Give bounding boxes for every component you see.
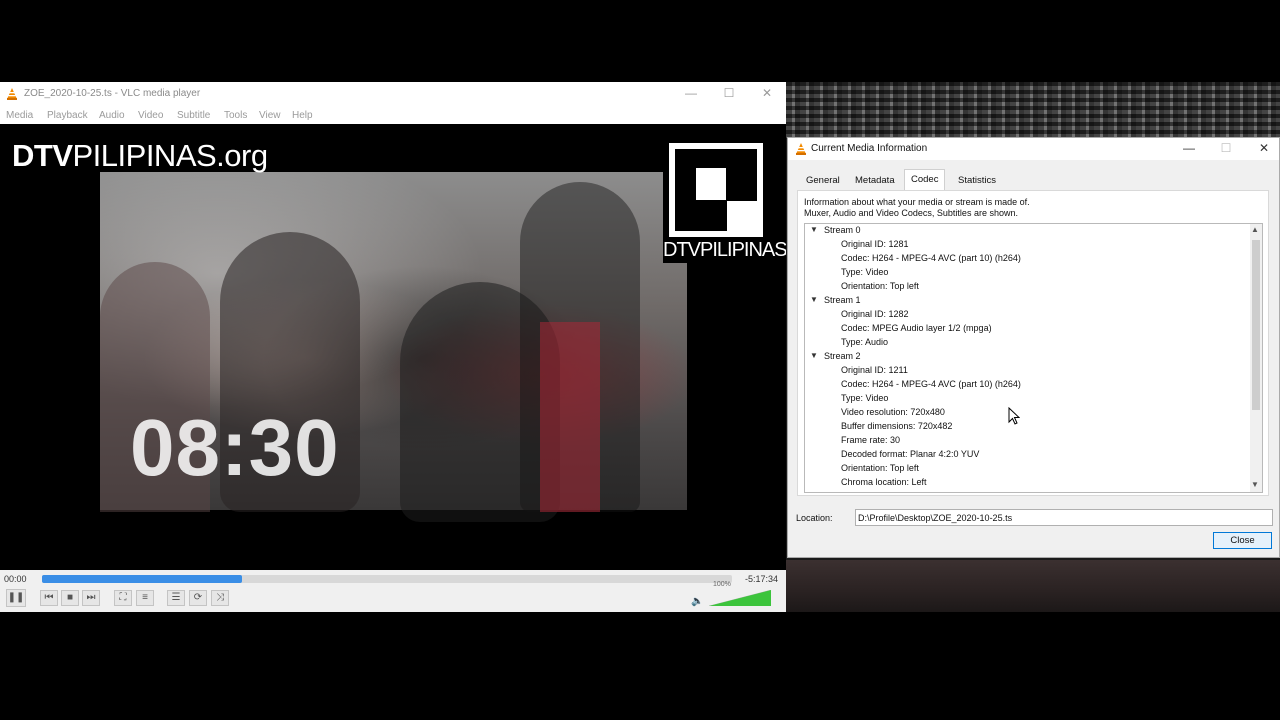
- menu-subtitle[interactable]: Subtitle: [177, 110, 210, 121]
- collapse-chevron-icon[interactable]: ▼: [810, 295, 818, 304]
- pause-button[interactable]: ❚❚: [6, 589, 26, 607]
- tree-property: Original ID: 1282: [841, 309, 909, 319]
- channel-corner-logo: DTVPILIPINAS: [663, 137, 786, 263]
- shuffle-button[interactable]: ⤨: [211, 590, 229, 606]
- mouse-cursor-icon: [1008, 407, 1020, 425]
- info-close-button[interactable]: ✕: [1257, 142, 1271, 154]
- channel-watermark: DTVPILIPINAS.org: [12, 138, 268, 174]
- video-clock-overlay: 08:30: [130, 403, 340, 492]
- tree-property: Video resolution: 720x480: [841, 407, 945, 417]
- volume-percent: 100%: [713, 581, 731, 588]
- close-button[interactable]: Close: [1213, 532, 1272, 549]
- loop-button[interactable]: ⟳: [189, 590, 207, 606]
- tree-property: Codec: MPEG Audio layer 1/2 (mpga): [841, 323, 992, 333]
- tree-property: Type: Video: [841, 267, 889, 277]
- tree-property: Original ID: 1211: [841, 365, 908, 375]
- tree-property: Orientation: Top left: [841, 281, 919, 291]
- tree-property: Type: Video: [841, 393, 889, 403]
- tree-stream-2[interactable]: Stream 2: [824, 350, 861, 362]
- tab-general[interactable]: General: [800, 171, 846, 190]
- menu-video[interactable]: Video: [138, 110, 163, 121]
- vlc-cone-icon: [796, 143, 806, 155]
- info-maximize-button[interactable]: ☐: [1219, 142, 1233, 154]
- tree-property: Original ID: 1281: [841, 239, 909, 249]
- corner-logo-text: DTVPILIPINAS: [663, 239, 786, 261]
- media-info-title: Current Media Information: [811, 143, 928, 154]
- tree-property: Codec: H264 - MPEG-4 AVC (part 10) (h264…: [841, 379, 1021, 389]
- channel-watermark-bold: DTV: [12, 138, 73, 173]
- vlc-maximize-button[interactable]: ☐: [722, 87, 736, 99]
- volume-slider[interactable]: [709, 590, 771, 606]
- tree-property: Chroma location: Left: [841, 477, 927, 487]
- tree-property: Decoded format: Planar 4:2:0 YUV: [841, 449, 980, 459]
- vlc-titlebar[interactable]: ZOE_2020-10-25.ts - VLC media player — ☐…: [0, 82, 786, 106]
- playlist-button[interactable]: ☰: [167, 590, 185, 606]
- menu-media[interactable]: Media: [6, 110, 33, 121]
- location-label: Location:: [796, 513, 833, 523]
- codec-tree[interactable]: ▼ Stream 0 Original ID: 1281 Codec: H264…: [804, 223, 1263, 493]
- vlc-cone-icon: [7, 88, 17, 100]
- background-floor: [786, 560, 1280, 612]
- stop-button[interactable]: ■: [61, 590, 79, 606]
- info-minimize-button[interactable]: —: [1182, 142, 1196, 154]
- video-figure: [540, 322, 600, 512]
- menu-audio[interactable]: Audio: [99, 110, 125, 121]
- tree-property: Type: Audio: [841, 337, 889, 347]
- menu-playback[interactable]: Playback: [47, 110, 88, 121]
- tree-stream-0[interactable]: Stream 0: [824, 224, 861, 236]
- codec-description-line: Information about what your media or str…: [804, 197, 1030, 207]
- playback-controls: 00:00 -5:17:34 ❚❚ ⏮ ■ ⏭ ⛶ ≡ ☰ ⟳ ⤨ 🔈 100%: [0, 570, 786, 612]
- codec-description-line: Muxer, Audio and Video Codecs, Subtitles…: [804, 208, 1018, 218]
- vlc-menubar: Media Playback Audio Video Subtitle Tool…: [0, 106, 786, 124]
- vlc-close-button[interactable]: ✕: [760, 87, 774, 99]
- tree-property: Codec: H264 - MPEG-4 AVC (part 10) (h264…: [841, 253, 1021, 263]
- tree-property: Orientation: Top left: [841, 463, 919, 473]
- video-output[interactable]: DTVPILIPINAS.org 08:30 DTVPILIPINAS: [0, 124, 786, 570]
- vlc-minimize-button[interactable]: —: [684, 87, 698, 99]
- media-info-titlebar[interactable]: Current Media Information — ☐ ✕: [788, 138, 1279, 160]
- tree-scrollbar-thumb[interactable]: [1252, 240, 1260, 410]
- logo-square: [727, 201, 757, 231]
- elapsed-time: 00:00: [4, 574, 27, 584]
- menu-tools[interactable]: Tools: [224, 110, 247, 121]
- extended-settings-button[interactable]: ≡: [136, 590, 154, 606]
- tab-codec[interactable]: Codec: [904, 169, 946, 190]
- tab-metadata[interactable]: Metadata: [849, 171, 901, 190]
- logo-square: [727, 168, 757, 200]
- collapse-chevron-icon[interactable]: ▼: [810, 351, 818, 360]
- remaining-time[interactable]: -5:17:34: [745, 574, 778, 584]
- channel-watermark-rest: PILIPINAS.org: [72, 138, 269, 173]
- tree-property: Frame rate: 30: [841, 435, 901, 445]
- collapse-chevron-icon[interactable]: ▼: [810, 225, 818, 234]
- fullscreen-button[interactable]: ⛶: [114, 590, 132, 606]
- previous-button[interactable]: ⏮: [40, 590, 58, 606]
- vlc-window: ZOE_2020-10-25.ts - VLC media player — ☐…: [0, 82, 786, 612]
- logo-square: [696, 168, 726, 200]
- tab-statistics[interactable]: Statistics: [952, 171, 1002, 190]
- media-info-dialog: Current Media Information — ☐ ✕ General …: [787, 137, 1280, 558]
- next-button[interactable]: ⏭: [82, 590, 100, 606]
- menu-help[interactable]: Help: [292, 110, 313, 121]
- codec-description: Information about what your media or str…: [804, 197, 1030, 219]
- tree-property: Buffer dimensions: 720x482: [841, 421, 953, 431]
- tree-stream-1[interactable]: Stream 1: [824, 294, 861, 306]
- menu-view[interactable]: View: [259, 110, 281, 121]
- location-field[interactable]: D:\Profile\Desktop\ZOE_2020-10-25.ts: [855, 509, 1273, 526]
- scroll-down-icon[interactable]: ▼: [1251, 480, 1259, 489]
- vlc-window-title: ZOE_2020-10-25.ts - VLC media player: [24, 88, 201, 99]
- background-ceiling-shade: [786, 82, 1280, 142]
- speaker-icon[interactable]: 🔈: [691, 596, 703, 607]
- scroll-up-icon[interactable]: ▲: [1251, 225, 1259, 234]
- seek-bar-progress: [42, 575, 242, 583]
